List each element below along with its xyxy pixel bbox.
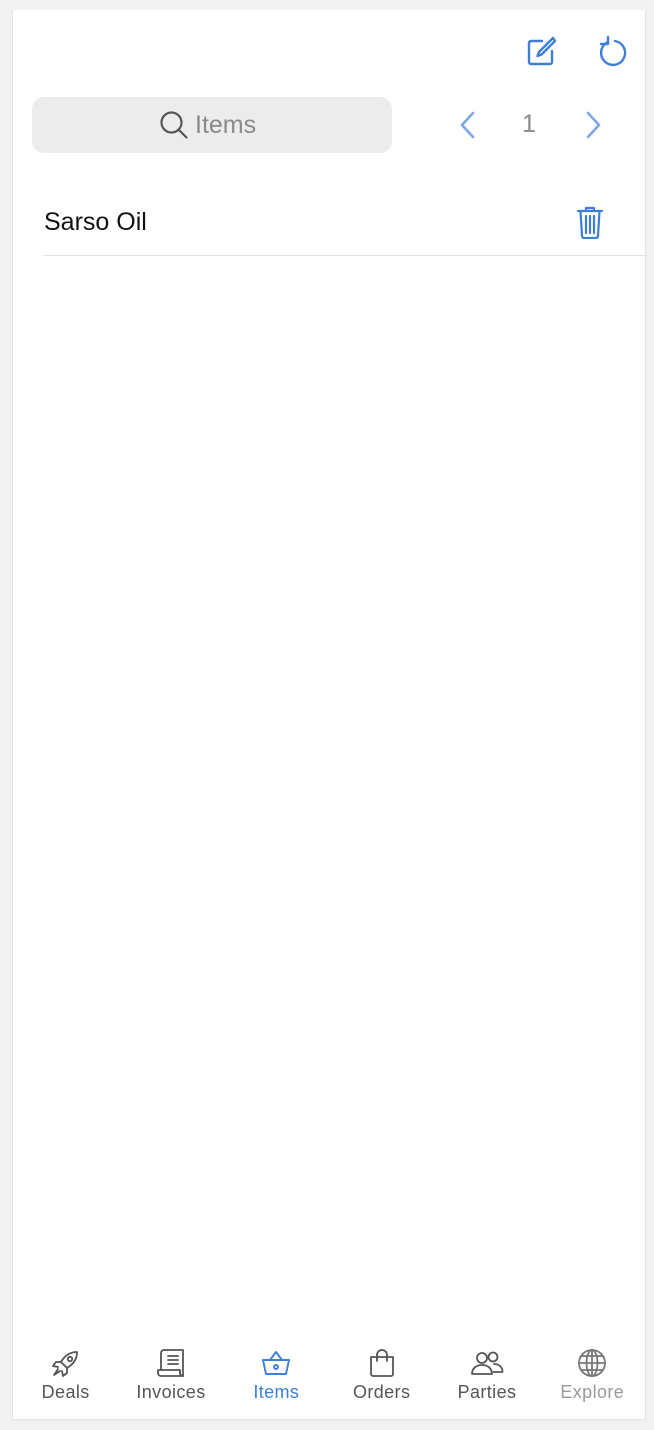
search-input[interactable] — [195, 110, 265, 140]
tab-label: Orders — [352, 1382, 411, 1402]
previous-page-button[interactable] — [449, 105, 489, 145]
chevron-left-icon — [460, 111, 475, 139]
globe-icon — [575, 1346, 609, 1380]
delete-button[interactable] — [572, 202, 608, 242]
tab-label: Deals — [41, 1382, 90, 1402]
receipt-icon — [154, 1346, 188, 1380]
tab-explore[interactable]: Explore — [540, 1336, 645, 1420]
app-screen: 1 Sarso Oil — [12, 10, 647, 1420]
trash-icon — [576, 206, 604, 239]
compose-icon — [527, 36, 557, 66]
bag-icon — [365, 1346, 399, 1380]
next-page-button[interactable] — [572, 105, 612, 145]
basket-icon — [259, 1346, 293, 1380]
item-name: Sarso Oil — [44, 208, 147, 236]
tab-label: Invoices — [136, 1382, 206, 1402]
search-bar[interactable] — [32, 97, 392, 153]
tab-label: Parties — [457, 1382, 517, 1402]
tab-label: Explore — [560, 1382, 625, 1402]
rocket-icon — [49, 1346, 83, 1380]
chevron-right-icon — [586, 111, 601, 139]
tab-orders[interactable]: Orders — [329, 1336, 434, 1420]
tab-items[interactable]: Items — [224, 1336, 329, 1420]
page-number: 1 — [522, 110, 536, 138]
tab-bar: Deals Invoices Items Orders Parties Expl… — [13, 1336, 645, 1420]
tab-parties[interactable]: Parties — [434, 1336, 539, 1420]
people-icon — [470, 1346, 504, 1380]
compose-button[interactable] — [521, 32, 561, 72]
tab-deals[interactable]: Deals — [13, 1336, 118, 1420]
list-item[interactable]: Sarso Oil — [44, 196, 647, 256]
tab-label: Items — [253, 1382, 300, 1402]
refresh-button[interactable] — [592, 32, 632, 72]
tab-invoices[interactable]: Invoices — [118, 1336, 223, 1420]
refresh-icon — [599, 35, 627, 67]
search-icon — [160, 111, 188, 139]
